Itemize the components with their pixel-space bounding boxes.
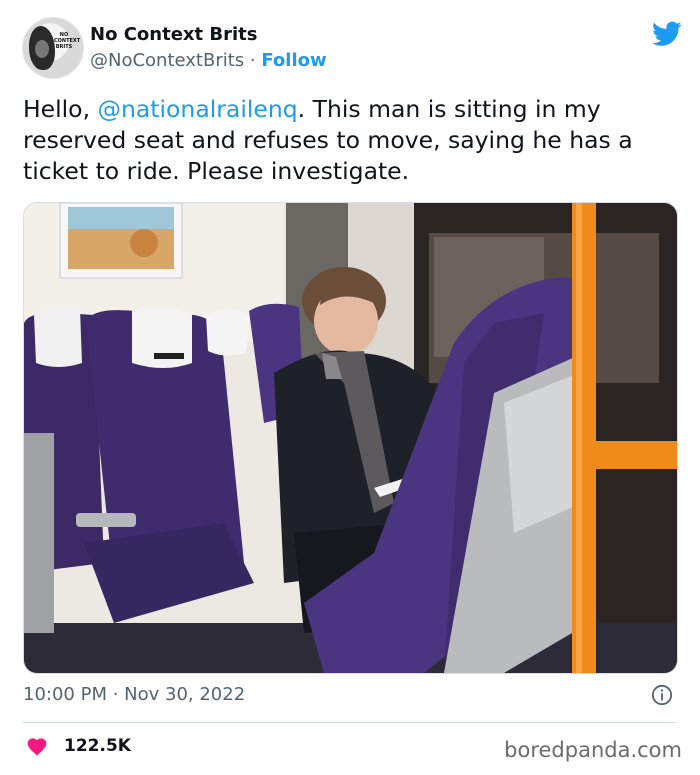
tweet-timestamp[interactable]: 10:00 PM · Nov 30, 2022 (23, 684, 245, 705)
avatar-face-detail (35, 40, 49, 58)
tweet-header: NO CONTEXT BRITS No Context Brits @NoConte… (22, 17, 682, 81)
author-block: No Context Brits @NoContextBrits · Follo… (90, 24, 327, 72)
timestamp-separator: · (106, 684, 125, 705)
tweet-date: Nov 30, 2022 (124, 684, 246, 705)
handle-separator: · (244, 50, 262, 71)
tweet-text: Hello, @nationalrailenq. This man is sit… (23, 94, 673, 187)
follow-button[interactable]: Follow (261, 50, 326, 71)
avatar[interactable]: NO CONTEXT BRITS (22, 17, 84, 79)
divider (23, 722, 676, 723)
tweet-photo[interactable] (23, 202, 678, 674)
like-count: 122.5K (64, 736, 131, 756)
like-area[interactable]: 122.5K (26, 736, 131, 756)
mention-link[interactable]: @nationalrailenq (98, 95, 298, 123)
info-icon[interactable] (651, 684, 673, 706)
handle-line: @NoContextBrits · Follow (90, 50, 327, 72)
twitter-bird-icon[interactable] (652, 21, 682, 47)
avatar-logo-text: NO CONTEXT BRITS (54, 32, 81, 50)
tweet-text-intro: Hello, (23, 95, 98, 123)
tweet-time: 10:00 PM (23, 684, 107, 705)
watermark: boredpanda.com (504, 738, 682, 762)
display-name[interactable]: No Context Brits (90, 24, 327, 46)
handle[interactable]: @NoContextBrits (90, 50, 244, 71)
train-seat-photo (24, 203, 677, 673)
heart-icon[interactable] (26, 736, 48, 756)
